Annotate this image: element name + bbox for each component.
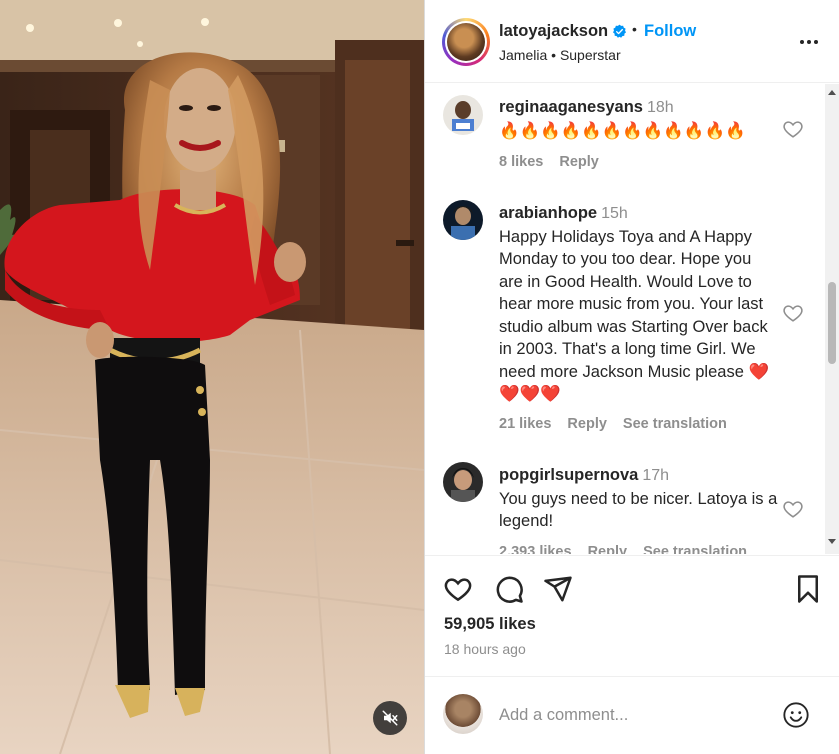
comment-meta: 8 likes Reply — [499, 154, 615, 170]
current-user-avatar — [443, 694, 483, 734]
comment-body: arabianhope 15h Happy Holidays Toya and A… — [499, 202, 779, 406]
comment-body: reginaaganesyans 18h 🔥🔥🔥🔥🔥🔥🔥🔥🔥🔥🔥🔥 — [499, 96, 779, 142]
comment-likes[interactable]: 21 likes — [499, 416, 551, 432]
likes-count[interactable]: 59,905 likes — [444, 615, 536, 634]
audio-info[interactable]: Jamelia • Superstar — [499, 47, 621, 63]
post-timestamp[interactable]: 18 hours ago — [444, 641, 526, 657]
comment-icon[interactable] — [494, 574, 524, 604]
heart-icon[interactable] — [443, 574, 473, 604]
scroll-down-arrow-icon[interactable] — [828, 539, 836, 544]
comment-likes[interactable]: 2,393 likes — [499, 544, 572, 554]
comment-likes[interactable]: 8 likes — [499, 154, 543, 170]
commenter-avatar[interactable] — [443, 462, 483, 502]
audio-artist: Jamelia — [499, 47, 548, 63]
post-sidebar: latoyajackson • Follow Jamelia • Superst… — [425, 0, 839, 754]
author-username[interactable]: latoyajackson — [499, 22, 608, 41]
see-translation-button[interactable]: See translation — [643, 544, 747, 554]
author-avatar[interactable] — [442, 18, 490, 66]
comment-text: 🔥🔥🔥🔥🔥🔥🔥🔥🔥🔥🔥🔥 — [499, 121, 746, 140]
comment-like-heart-icon[interactable] — [782, 302, 804, 324]
comment-time[interactable]: 18h — [647, 99, 674, 116]
comment-username[interactable]: reginaaganesyans — [499, 98, 643, 116]
comment-like-heart-icon[interactable] — [782, 498, 804, 520]
post-header: latoyajackson • Follow Jamelia • Superst… — [425, 0, 839, 83]
bookmark-icon[interactable] — [793, 574, 823, 604]
post-photo — [0, 0, 424, 754]
comment-username[interactable]: popgirlsupernova — [499, 466, 638, 484]
scroll-up-arrow-icon[interactable] — [828, 90, 836, 95]
comment-text: Happy Holidays Toya and A Happy Monday t… — [499, 227, 770, 404]
add-comment-input[interactable] — [499, 703, 769, 727]
reply-button[interactable]: Reply — [588, 544, 628, 554]
post-actions: 59,905 likes 18 hours ago — [425, 555, 839, 675]
comment-meta: 21 likes Reply See translation — [499, 416, 743, 432]
commenter-avatar[interactable] — [443, 200, 483, 240]
reply-button[interactable]: Reply — [559, 154, 599, 170]
scrollbar-thumb[interactable] — [828, 282, 836, 364]
more-options-icon[interactable] — [797, 30, 821, 54]
reply-button[interactable]: Reply — [567, 416, 607, 432]
add-comment-bar — [425, 676, 839, 754]
post-media[interactable] — [0, 0, 424, 754]
see-translation-button[interactable]: See translation — [623, 416, 727, 432]
comments-list[interactable]: reginaaganesyans 18h 🔥🔥🔥🔥🔥🔥🔥🔥🔥🔥🔥🔥 8 likes… — [425, 84, 839, 554]
commenter-avatar[interactable] — [443, 95, 483, 135]
mute-button[interactable] — [373, 701, 407, 735]
header-separator: • — [632, 21, 637, 37]
comment-time[interactable]: 17h — [642, 467, 669, 484]
comment-body: popgirlsupernova 17h You guys need to be … — [499, 464, 779, 533]
comment-time[interactable]: 15h — [601, 205, 628, 222]
speaker-muted-icon — [382, 710, 398, 726]
comment-text: You guys need to be nicer. Latoya is a l… — [499, 489, 778, 531]
verified-badge-icon — [613, 24, 626, 38]
comment-username[interactable]: arabianhope — [499, 204, 597, 222]
audio-separator: • — [551, 47, 557, 63]
paper-plane-icon[interactable] — [543, 574, 573, 604]
comment-like-heart-icon[interactable] — [782, 118, 804, 140]
audio-track: Superstar — [559, 47, 621, 63]
smiley-icon[interactable] — [782, 701, 810, 729]
comment-meta: 2,393 likes Reply See translation — [499, 544, 763, 554]
follow-button[interactable]: Follow — [644, 22, 696, 41]
